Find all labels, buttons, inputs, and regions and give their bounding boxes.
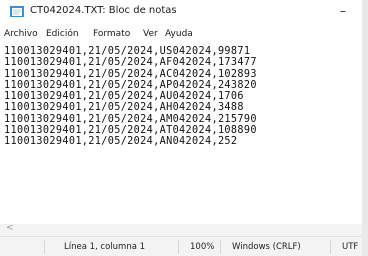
status-bar: Línea 1, columna 1 100% Windows (CRLF) U… xyxy=(0,236,362,256)
status-divider xyxy=(178,240,179,254)
editor-line: 110013029401,21/05/2024,AU042024,1706 xyxy=(4,91,244,103)
status-line-ending: Windows (CRLF) xyxy=(232,242,301,252)
status-encoding: UTF xyxy=(342,242,359,252)
editor-content[interactable]: 110013029401,21/05/2024,US042024,99871 11… xyxy=(4,46,257,148)
editor-line: 110013029401,21/05/2024,AM042024,215790 xyxy=(4,113,257,125)
scroll-left-icon[interactable]: < xyxy=(6,223,14,233)
status-divider xyxy=(44,240,45,254)
menu-ver[interactable]: Ver xyxy=(143,29,158,39)
editor-line: 110013029401,21/05/2024,US042024,99871 xyxy=(4,46,251,57)
menu-bar: Archivo Edición Formato Ver Ayuda xyxy=(0,27,362,43)
editor-line: 110013029401,21/05/2024,AN042024,252 xyxy=(4,136,238,148)
menu-edicion[interactable]: Edición xyxy=(46,29,79,39)
menu-archivo[interactable]: Archivo xyxy=(4,29,38,39)
editor-line: 110013029401,21/05/2024,AF042024,173477 xyxy=(4,57,257,69)
horizontal-scrollbar[interactable]: < xyxy=(0,223,362,236)
title-bar[interactable]: CT042024.TXT: Bloc de notas – xyxy=(0,0,362,24)
status-divider xyxy=(220,240,221,254)
text-editor[interactable]: 110013029401,21/05/2024,US042024,99871 11… xyxy=(0,44,362,224)
status-divider xyxy=(330,240,331,254)
notepad-window: CT042024.TXT: Bloc de notas – Archivo Ed… xyxy=(0,0,362,256)
editor-line: 110013029401,21/05/2024,AC042024,102893 xyxy=(4,68,257,80)
menu-ayuda[interactable]: Ayuda xyxy=(165,29,193,39)
status-cursor-position: Línea 1, columna 1 xyxy=(64,242,146,252)
status-zoom: 100% xyxy=(190,242,215,252)
editor-line: 110013029401,21/05/2024,AT042024,108890 xyxy=(4,125,257,137)
editor-line: 110013029401,21/05/2024,AH042024,3488 xyxy=(4,102,244,114)
minimize-button[interactable]: – xyxy=(330,2,356,22)
notepad-icon xyxy=(10,6,24,17)
editor-line: 110013029401,21/05/2024,AP042024,243820 xyxy=(4,79,257,91)
menu-formato[interactable]: Formato xyxy=(93,29,130,39)
window-title: CT042024.TXT: Bloc de notas xyxy=(30,5,177,16)
